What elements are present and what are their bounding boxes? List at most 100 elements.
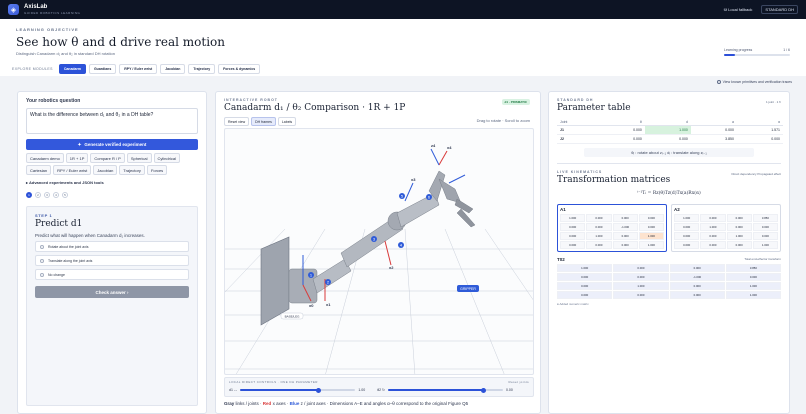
step-question: Predict what will happen when Canadarm d… — [35, 233, 145, 238]
matrix-cell: 0.000 — [674, 232, 700, 240]
option-translate[interactable]: Translate along the joint axis — [35, 255, 189, 266]
step-dot[interactable]: 5 — [62, 192, 68, 198]
question-panel: Your robotics question What is the diffe… — [17, 91, 207, 414]
tab-guardians[interactable]: Guardians — [88, 64, 117, 74]
chip-canadarm-demo[interactable]: Canadarm demo — [26, 153, 64, 163]
step-indicator: 1 2 3 4 5 — [26, 192, 198, 198]
tab-trajectory[interactable]: Trajectory — [188, 64, 216, 74]
page-title: See how θ and d drive real motion — [16, 35, 226, 49]
objective-eyebrow: LEARNING OBJECTIVE — [16, 27, 79, 32]
matrix-cell: 0.000 — [586, 223, 612, 231]
matrix-cell: 0.000 — [560, 223, 586, 231]
reset-view-button[interactable]: Reset view — [224, 117, 250, 126]
radio-icon — [40, 272, 44, 277]
matrix-cell: 1.000 — [613, 282, 669, 290]
gripper-tag: GRIPPER — [457, 285, 479, 292]
matrix-cell: 0.000 — [586, 214, 612, 222]
matrix-cell: 0.000 — [674, 241, 700, 249]
chip-forces[interactable]: Forces — [146, 165, 168, 175]
matrix-a2[interactable]: A2 1.000 0.000 0.000 3.850 0.000 1.000 0.000 0.… — [671, 204, 781, 252]
option-rotate[interactable]: Rotate about the joint axis — [35, 241, 189, 252]
matrix-a1[interactable]: A1 1.000 0.000 0.000 0.000 0.000 0.000 -1.000 0… — [557, 204, 667, 252]
chip-cylindrical[interactable]: Cylindrical — [153, 153, 180, 163]
robot-panel: INTERACTIVE ROBOT Canadarm d₁ / θ₂ Compa… — [215, 91, 541, 414]
local-fallback-status[interactable]: ⛁ Local fallback — [724, 7, 753, 12]
matrix-cell: 1.000 — [700, 223, 726, 231]
table-row[interactable]: J2 0.000 0.000 3.850 0.000 — [557, 134, 783, 144]
model-badge[interactable]: STANDARD DH — [761, 5, 798, 14]
svg-text:z4: z4 — [431, 143, 436, 148]
advanced-toggle[interactable]: ▸ Advanced experiments and JSON tools — [26, 180, 198, 185]
chip-cartesian[interactable]: Cartesian — [26, 165, 52, 175]
d1-value: 1.00 — [358, 388, 366, 392]
fk-title: Transformation matrices — [557, 175, 671, 185]
matrix-cell: 0.000 — [726, 223, 752, 231]
step-dot[interactable]: 2 — [35, 192, 41, 198]
tab-canadarm[interactable]: Canadarm — [58, 64, 86, 74]
robot-title: Canadarm d₁ / θ₂ Comparison · 1R + 1P — [224, 103, 406, 113]
matrix-cell: 0.000 — [726, 214, 752, 222]
chip-1r1p[interactable]: 1R + 1P — [65, 153, 89, 163]
matrix-cell: 0.000 — [752, 232, 778, 240]
step-title: Predict d1 — [35, 219, 83, 229]
chip-compare[interactable]: Compare R / P — [90, 153, 125, 163]
matrix-cell: 0.000 — [560, 232, 586, 240]
matrix-cell: 1.000 — [725, 282, 781, 290]
matrix-cell: 0.000 — [669, 291, 725, 299]
matrix-cell: 0.000 — [612, 232, 638, 240]
view-primitives-link[interactable]: View known primitives and verification t… — [716, 80, 792, 84]
matrix-cell: 0.000 — [638, 223, 664, 231]
chip-trajectory[interactable]: Trajectory — [119, 165, 145, 175]
module-tabs: EXPLORE MODULES Canadarm Guardians RPY /… — [12, 64, 261, 74]
matrix-cell: 0.000 — [557, 291, 613, 299]
svg-text:x0: x0 — [309, 303, 314, 308]
dh-formula: θᵢ : rotate about zᵢ₋₁ dᵢ : translate al… — [584, 148, 754, 157]
matrix-cell: 1.000 — [638, 232, 664, 240]
learning-progress: Learning progress 1 / 6 — [724, 48, 790, 56]
matrix-cell: 0.000 — [726, 241, 752, 249]
page-subtitle: Distinguish Canadarm d₁ and θ₂ in standa… — [16, 51, 115, 56]
matrix-t02[interactable]: T02 Total end-effector transform 1.000 0.0… — [557, 257, 781, 299]
question-input[interactable]: What is the difference between d₁ and θ₂… — [26, 108, 198, 134]
top-bar: ◈ AxisLab GUIDED ROBOTICS LEARNING ⛁ Loc… — [0, 0, 806, 19]
matrix-cell: 0.000 — [669, 264, 725, 272]
dh-table: Joint θ d a α J1 0.000 1.000 0.000 1.571 J2 0.000… — [557, 118, 783, 144]
step-dot[interactable]: 3 — [44, 192, 50, 198]
matrix-cell: 0.000 — [638, 214, 664, 222]
matrix-cell: 1.000 — [752, 241, 778, 249]
dh-frames-toggle[interactable]: DH frames — [251, 117, 276, 126]
dh-transform-equation: ⁱ⁻¹Tᵢ = Rz(θ)Tz(d)Tx(a)Rx(α) — [637, 191, 701, 196]
generate-button[interactable]: ✦ Generate verified experiment — [26, 139, 198, 150]
matrix-cell: 1.000 — [638, 241, 664, 249]
chip-jacobian[interactable]: Jacobian — [93, 165, 118, 175]
robot-3d-viewport[interactable]: 1 2 3 4 5 6 x0 x1 x2 x3 x4 z4 GRIPPER BA… — [224, 128, 534, 375]
labels-toggle[interactable]: Labels — [277, 117, 297, 126]
matrix-cell: 3.850 — [752, 214, 778, 222]
svg-text:x4: x4 — [447, 145, 452, 150]
chip-rpy[interactable]: RPY / Euler wrist — [53, 165, 92, 175]
tab-forces[interactable]: Forces & dynamics — [218, 64, 261, 74]
matrix-cell: 1.000 — [725, 291, 781, 299]
step-dot[interactable]: 4 — [53, 192, 59, 198]
matrix-cell: 0.000 — [613, 264, 669, 272]
tab-rpy[interactable]: RPY / Euler wrist — [119, 64, 158, 74]
table-row[interactable]: J1 0.000 1.000 0.000 1.571 — [557, 125, 783, 135]
matrix-cell: 0.000 — [674, 223, 700, 231]
option-no-change[interactable]: No change — [35, 269, 189, 280]
fk-note: Direct dependency Propagated effect — [731, 172, 781, 176]
reset-joints-button[interactable]: Reset joints — [509, 380, 529, 384]
tab-jacobian[interactable]: Jacobian — [160, 64, 186, 74]
chip-spherical[interactable]: Spherical — [126, 153, 152, 163]
matrix-cell: 3.850 — [725, 264, 781, 272]
theta2-slider[interactable] — [388, 387, 503, 393]
matrix-cell: 0.000 — [613, 291, 669, 299]
robot-arm — [288, 170, 476, 304]
svg-text:x3: x3 — [411, 177, 416, 182]
d1-slider[interactable] — [240, 387, 356, 393]
matrix-cell: -1.000 — [669, 273, 725, 281]
check-answer-button[interactable]: Check answer › — [35, 286, 189, 298]
matrix-cell: 0.000 — [560, 241, 586, 249]
page-header: LEARNING OBJECTIVE See how θ and d drive… — [0, 19, 806, 76]
step-dot[interactable]: 1 — [26, 192, 32, 198]
matrix-cell: 1.000 — [586, 232, 612, 240]
